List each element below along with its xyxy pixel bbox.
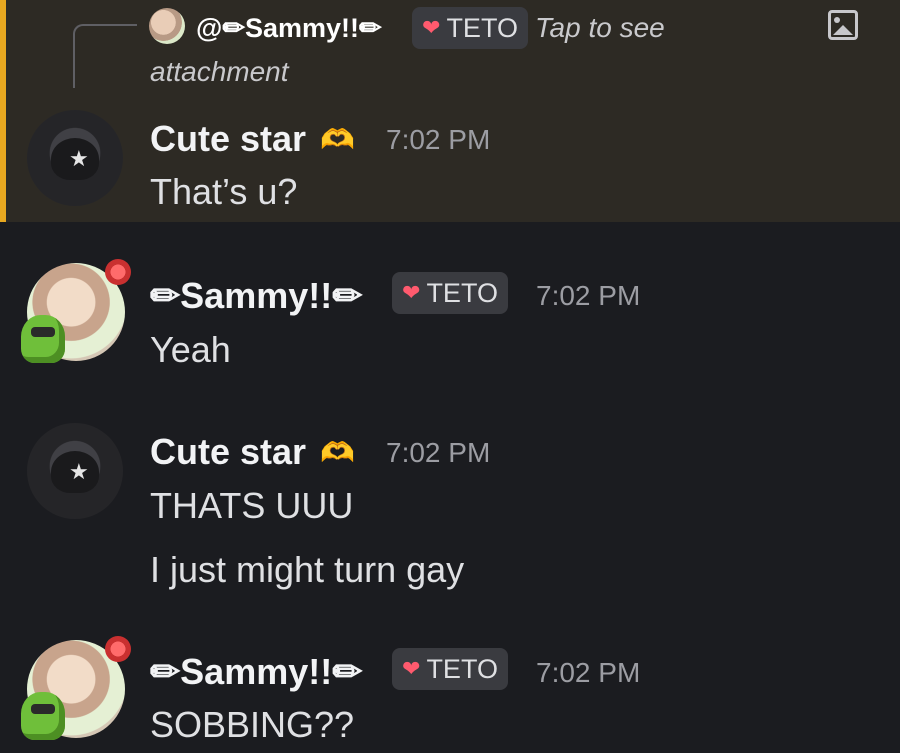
message-text: SOBBING?? [150, 704, 355, 745]
mention-bar [0, 0, 6, 222]
star-icon: ★ [69, 146, 89, 171]
hands-heart-icon: 🫶 [320, 124, 355, 155]
role-tag-label: TETO [426, 653, 498, 684]
message-author[interactable]: ✏Sammy!!✏ [150, 274, 362, 318]
role-tag[interactable]: ❤ TETO [392, 272, 508, 314]
role-tag[interactable]: ❤ TETO [392, 648, 508, 690]
message-text: Yeah [150, 329, 231, 370]
flower-decoration [105, 259, 131, 285]
cactus-decoration [21, 692, 65, 740]
avatar-sammy[interactable] [21, 259, 131, 363]
reply-role-tag-label: TETO [446, 12, 518, 43]
message-author[interactable]: Cute star [150, 430, 306, 474]
message-time: 7:02 PM [536, 657, 641, 688]
cactus-decoration [21, 315, 65, 363]
message-time: 7:02 PM [386, 437, 491, 468]
message-author[interactable]: ✏Sammy!!✏ [150, 650, 362, 694]
reply-tap-to-see[interactable]: Tap to see [535, 8, 665, 48]
message-text: THATS UUU [150, 485, 354, 526]
heart-icon: ❤ [402, 656, 421, 681]
message-author[interactable]: Cute star [150, 117, 306, 161]
avatar-cute-star[interactable]: ★ [27, 423, 123, 519]
reply-avatar[interactable] [149, 8, 185, 44]
message-text: I just might turn gay [150, 549, 465, 590]
reply-attachment-text[interactable]: attachment [150, 52, 289, 92]
message-time: 7:02 PM [536, 280, 641, 311]
reply-role-tag[interactable]: ❤ TETO [412, 7, 528, 49]
image-icon[interactable] [828, 10, 858, 40]
reply-username[interactable]: @✏Sammy!!✏ [196, 8, 382, 48]
avatar-cute-star[interactable]: ★ [27, 110, 123, 206]
avatar-sammy[interactable] [21, 636, 131, 740]
reply-connector [73, 24, 137, 88]
heart-icon: ❤ [422, 15, 441, 40]
heart-icon: ❤ [402, 280, 421, 305]
role-tag-label: TETO [426, 277, 498, 308]
message-text: That’s u? [150, 171, 298, 212]
message-time: 7:02 PM [386, 124, 491, 155]
flower-decoration [105, 636, 131, 662]
hands-heart-icon: 🫶 [320, 437, 355, 468]
star-icon: ★ [69, 459, 89, 484]
